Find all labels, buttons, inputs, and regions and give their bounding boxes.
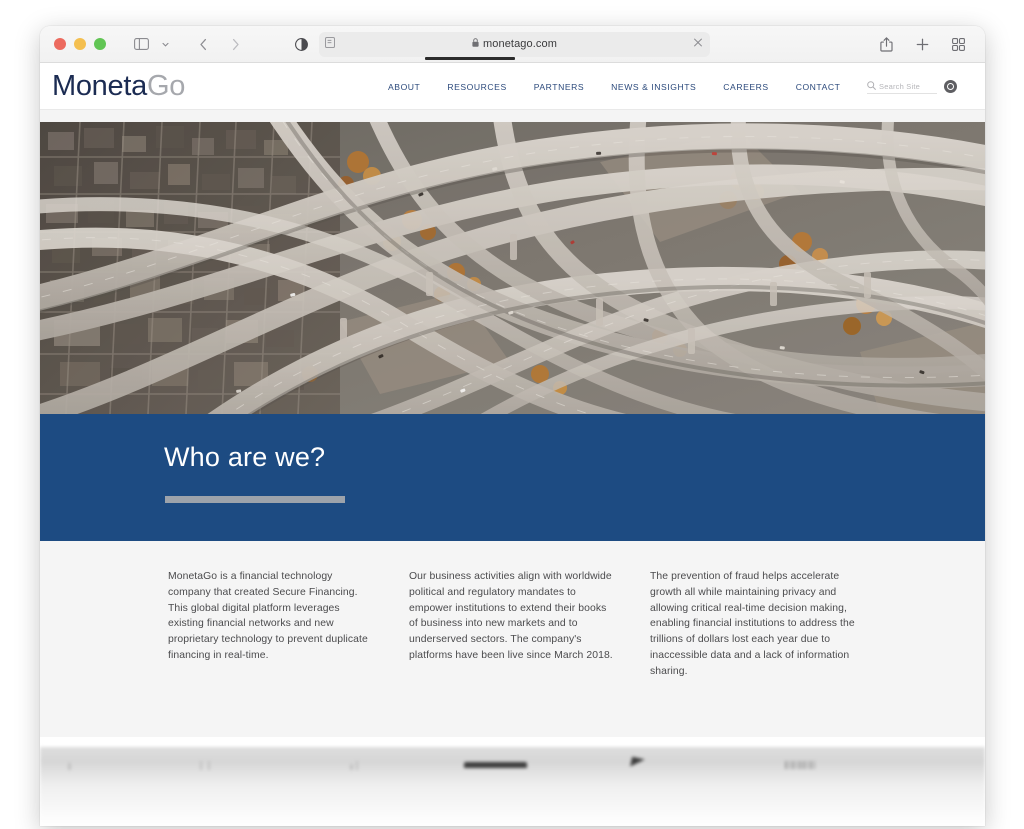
about-paragraph-3: The prevention of fraud helps accelerate… [650, 571, 855, 677]
minimize-window-button[interactable] [74, 38, 86, 50]
page-title: Who are we? [164, 442, 326, 472]
page-settings-icon[interactable] [325, 37, 335, 51]
who-are-we-section: Who are we? [40, 414, 985, 541]
tab-overview-icon[interactable] [947, 34, 969, 56]
plus-icon[interactable] [911, 34, 933, 56]
nav-item-partners[interactable]: PARTNERS [534, 82, 584, 92]
header-divider [40, 109, 985, 110]
browser-window: monetago.com MonetaGo ABOUT RESOURCES PA… [40, 26, 985, 826]
zoom-window-button[interactable] [94, 38, 106, 50]
columns-wrapper: MonetaGo is a financial technology compa… [40, 569, 985, 680]
mouse-cursor [630, 756, 645, 770]
logo-secondary-text: Go [146, 70, 186, 102]
close-icon[interactable] [693, 38, 703, 51]
title-underline [165, 496, 345, 503]
address-bar-area: monetago.com [290, 31, 710, 57]
share-icon[interactable] [875, 34, 897, 56]
lock-icon [472, 38, 479, 50]
window-bottom-overflow [40, 747, 985, 826]
nav-item-news-insights[interactable]: NEWS & INSIGHTS [611, 82, 696, 92]
url-text: monetago.com [483, 38, 557, 50]
chevron-down-icon[interactable] [154, 33, 176, 55]
chevron-right-icon[interactable] [224, 33, 246, 55]
bottom-strip-marks [785, 761, 816, 769]
sidebar-icon[interactable] [130, 33, 152, 55]
toolbar-right-actions [875, 26, 969, 63]
search-input[interactable]: Search Site [867, 79, 937, 94]
hero-image [40, 122, 985, 414]
about-paragraph-2: Our business activities align with world… [409, 571, 613, 662]
site-search: Search Site [867, 79, 957, 94]
url-bar[interactable]: monetago.com [319, 31, 710, 57]
page-load-indicator [425, 57, 515, 60]
logo-primary-text: Moneta [52, 70, 147, 102]
search-icon [867, 77, 876, 95]
hero-illustration [40, 122, 985, 414]
close-window-button[interactable] [54, 38, 66, 50]
header-spacer [40, 110, 985, 122]
site-navigation: ABOUT RESOURCES PARTNERS NEWS & INSIGHTS… [388, 82, 840, 92]
sidebar-controls [130, 33, 176, 55]
navigation-controls [192, 33, 246, 55]
nav-item-contact[interactable]: CONTACT [796, 82, 841, 92]
site-logo[interactable]: MonetaGo [52, 70, 185, 103]
search-placeholder: Search Site [879, 81, 920, 91]
nav-item-careers[interactable]: CAREERS [723, 82, 768, 92]
nav-item-about[interactable]: ABOUT [388, 82, 420, 92]
site-header: MonetaGo ABOUT RESOURCES PARTNERS NEWS &… [40, 63, 985, 110]
about-paragraph-1: MonetaGo is a financial technology compa… [168, 571, 368, 662]
nav-item-resources[interactable]: RESOURCES [447, 82, 506, 92]
browser-toolbar: monetago.com [40, 26, 985, 63]
window-controls [54, 38, 106, 50]
reader-contrast-icon[interactable] [290, 33, 312, 55]
search-submit-icon[interactable] [944, 80, 957, 93]
about-columns-section: MonetaGo is a financial technology compa… [40, 541, 985, 737]
chevron-left-icon[interactable] [192, 33, 214, 55]
bottom-strip-bar [464, 762, 527, 768]
